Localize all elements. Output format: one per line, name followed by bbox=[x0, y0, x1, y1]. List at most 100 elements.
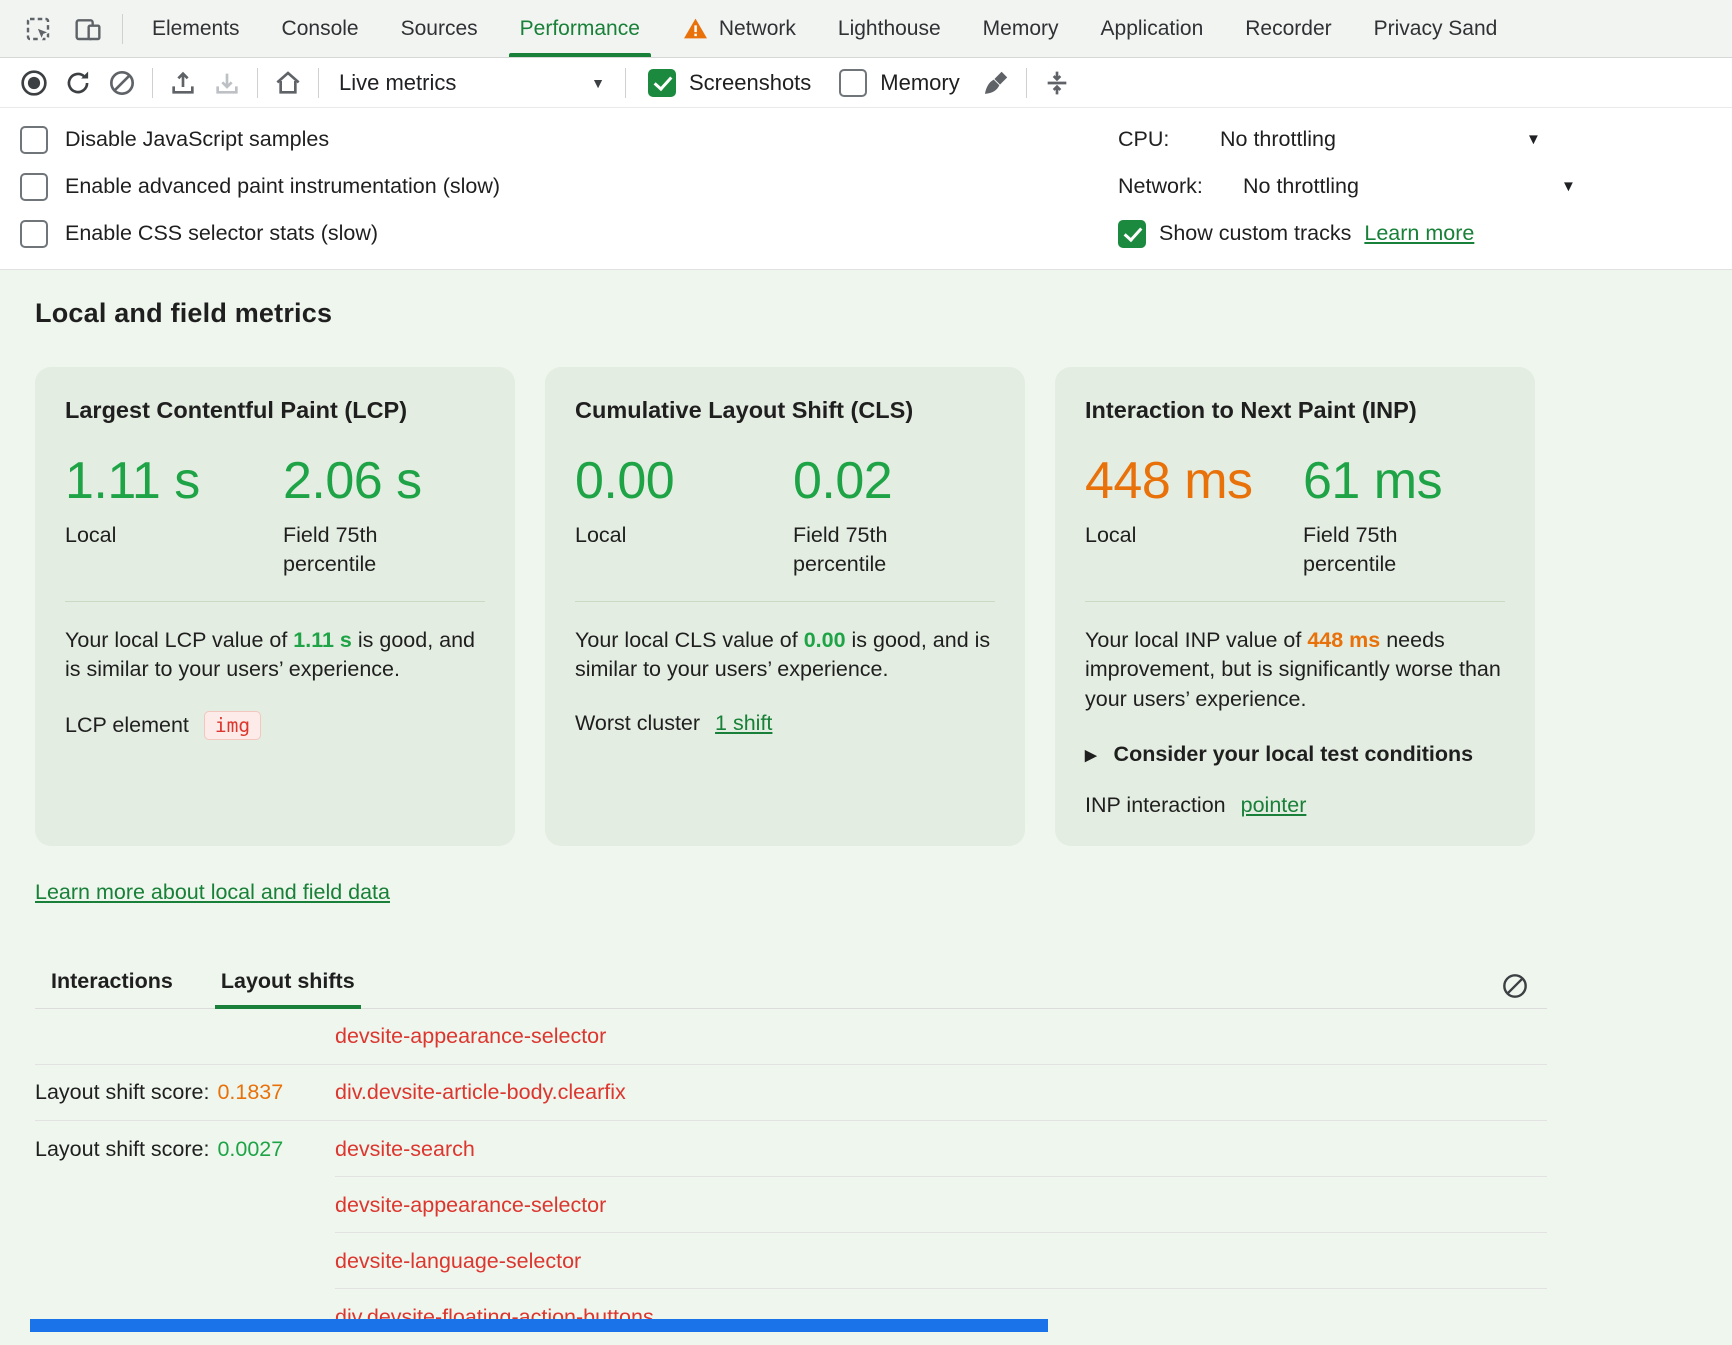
tab-performance[interactable]: Performance bbox=[499, 0, 661, 57]
shifted-node-link[interactable]: devsite-search bbox=[335, 1137, 475, 1162]
tab-lighthouse[interactable]: Lighthouse bbox=[817, 0, 962, 57]
metric-cards: Largest Contentful Paint (LCP) 1.11 s Lo… bbox=[35, 367, 1535, 846]
worst-cluster-link[interactable]: 1 shift bbox=[715, 711, 772, 736]
capture-settings: Disable JavaScript samples Enable advanc… bbox=[0, 108, 1732, 270]
metrics-log: Interactions Layout shifts devsite-appea… bbox=[35, 955, 1547, 1345]
cls-values: 0.00 Local 0.02 Field 75th percentile bbox=[575, 454, 995, 579]
tab-recorder[interactable]: Recorder bbox=[1224, 0, 1352, 57]
save-profile-icon[interactable] bbox=[205, 61, 249, 105]
consider-test-conditions-toggle[interactable]: ▶ Consider your local test conditions bbox=[1085, 742, 1505, 767]
cls-card-title: Cumulative Layout Shift (CLS) bbox=[575, 397, 995, 424]
network-throttling-select[interactable]: Network: No throttling ▼ bbox=[1118, 163, 1732, 210]
collapse-tracks-icon[interactable] bbox=[1035, 61, 1079, 105]
layout-shift-row: devsite-language-selector bbox=[35, 1233, 1547, 1289]
show-custom-tracks-checkbox[interactable] bbox=[1118, 220, 1146, 248]
lcp-card: Largest Contentful Paint (LCP) 1.11 s Lo… bbox=[35, 367, 515, 846]
inp-description: Your local INP value of 448 ms needs imp… bbox=[1085, 626, 1505, 715]
shifted-node-link[interactable]: devsite-appearance-selector bbox=[335, 1193, 606, 1218]
chevron-down-icon: ▼ bbox=[1561, 178, 1576, 195]
inp-values: 448 ms Local 61 ms Field 75th percentile bbox=[1085, 454, 1505, 579]
devtools-tabbar: Elements Console Sources Performance Net… bbox=[0, 0, 1732, 58]
lcp-field-label: Field 75th percentile bbox=[283, 521, 418, 579]
show-custom-tracks-setting[interactable]: Show custom tracks Learn more bbox=[1118, 210, 1732, 257]
learn-more-field-data-link[interactable]: Learn more about local and field data bbox=[35, 880, 390, 905]
inp-interaction-link[interactable]: pointer bbox=[1241, 793, 1307, 818]
devtools-window: { "colors": { "accent_green": "#188038",… bbox=[0, 0, 1732, 1332]
inp-field-label: Field 75th percentile bbox=[1303, 521, 1438, 579]
toolbar-separator bbox=[318, 68, 319, 98]
layout-shift-score bbox=[35, 1193, 335, 1218]
tab-application[interactable]: Application bbox=[1080, 0, 1225, 57]
network-warning-icon bbox=[682, 15, 709, 42]
tab-network[interactable]: Network bbox=[661, 0, 817, 57]
cpu-throttling-select[interactable]: CPU: No throttling ▼ bbox=[1118, 116, 1732, 163]
inp-local-block: 448 ms Local bbox=[1085, 454, 1303, 579]
inp-local-label: Local bbox=[1085, 521, 1220, 550]
load-profile-icon[interactable] bbox=[161, 61, 205, 105]
shifted-node-link[interactable]: div.devsite-article-body.clearfix bbox=[335, 1080, 626, 1105]
cls-worst-cluster-row: Worst cluster 1 shift bbox=[575, 711, 995, 736]
toolbar-separator bbox=[257, 68, 258, 98]
page-title: Local and field metrics bbox=[35, 298, 1732, 329]
advanced-paint-checkbox[interactable] bbox=[20, 173, 48, 201]
lcp-local-value: 1.11 s bbox=[65, 454, 283, 509]
lcp-element-node-link[interactable]: img bbox=[204, 711, 261, 740]
custom-tracks-learn-more-link[interactable]: Learn more bbox=[1364, 221, 1474, 246]
home-icon[interactable] bbox=[266, 61, 310, 105]
cls-local-label: Local bbox=[575, 521, 710, 550]
disable-js-samples-checkbox[interactable] bbox=[20, 126, 48, 154]
live-metrics-select[interactable]: Live metrics ▼ bbox=[327, 70, 617, 96]
layout-shift-row: Layout shift score: 0.0027 devsite-searc… bbox=[35, 1121, 1547, 1177]
clear-log-icon[interactable] bbox=[1493, 964, 1537, 1008]
log-tabbar: Interactions Layout shifts bbox=[35, 955, 1547, 1009]
inp-local-value: 448 ms bbox=[1085, 454, 1303, 509]
cls-local-block: 0.00 Local bbox=[575, 454, 793, 579]
css-selector-stats-checkbox[interactable] bbox=[20, 220, 48, 248]
tab-sources[interactable]: Sources bbox=[380, 0, 499, 57]
inp-interaction-row: INP interaction pointer bbox=[1085, 793, 1505, 818]
performance-toolbar: Live metrics ▼ Screenshots Memory bbox=[0, 58, 1732, 108]
chevron-down-icon: ▼ bbox=[591, 75, 605, 91]
clear-icon[interactable] bbox=[100, 61, 144, 105]
log-tab-interactions[interactable]: Interactions bbox=[51, 955, 173, 1008]
card-divider bbox=[575, 601, 995, 602]
lcp-card-title: Largest Contentful Paint (LCP) bbox=[65, 397, 485, 424]
cls-field-label: Field 75th percentile bbox=[793, 521, 928, 579]
memory-checkbox-box[interactable] bbox=[839, 69, 867, 97]
layout-shift-score: Layout shift score: 0.1837 bbox=[35, 1080, 335, 1105]
cls-field-block: 0.02 Field 75th percentile bbox=[793, 454, 928, 579]
tabbar-separator bbox=[122, 14, 123, 44]
toolbar-separator bbox=[625, 68, 626, 98]
cls-description: Your local CLS value of 0.00 is good, an… bbox=[575, 626, 995, 685]
inspect-element-icon[interactable] bbox=[16, 7, 60, 51]
record-icon[interactable] bbox=[12, 61, 56, 105]
inp-card: Interaction to Next Paint (INP) 448 ms L… bbox=[1055, 367, 1535, 846]
inp-field-block: 61 ms Field 75th percentile bbox=[1303, 454, 1442, 579]
screenshots-checkbox[interactable]: Screenshots bbox=[634, 69, 825, 97]
cls-card: Cumulative Layout Shift (CLS) 0.00 Local… bbox=[545, 367, 1025, 846]
cls-local-value: 0.00 bbox=[575, 454, 793, 509]
tab-console[interactable]: Console bbox=[261, 0, 380, 57]
device-toolbar-icon[interactable] bbox=[66, 7, 110, 51]
bottom-blue-bar bbox=[30, 1319, 1048, 1332]
shifted-node-link[interactable]: devsite-appearance-selector bbox=[335, 1024, 606, 1049]
lcp-description: Your local LCP value of 1.11 s is good, … bbox=[65, 626, 485, 685]
screenshots-checkbox-box[interactable] bbox=[648, 69, 676, 97]
tab-elements[interactable]: Elements bbox=[131, 0, 261, 57]
lcp-values: 1.11 s Local 2.06 s Field 75th percentil… bbox=[65, 454, 485, 579]
toolbar-separator bbox=[1026, 68, 1027, 98]
chevron-down-icon: ▼ bbox=[1526, 131, 1541, 148]
memory-checkbox[interactable]: Memory bbox=[825, 69, 973, 97]
layout-shift-score: Layout shift score: 0.0027 bbox=[35, 1137, 335, 1162]
log-tab-layout-shifts[interactable]: Layout shifts bbox=[221, 955, 355, 1008]
lcp-local-block: 1.11 s Local bbox=[65, 454, 283, 579]
reload-record-icon[interactable] bbox=[56, 61, 100, 105]
layout-shift-row: devsite-appearance-selector bbox=[35, 1009, 1547, 1065]
shifted-node-link[interactable]: devsite-language-selector bbox=[335, 1249, 581, 1274]
toolbar-separator bbox=[152, 68, 153, 98]
tabbar-left-icons bbox=[12, 0, 114, 57]
live-metrics-panel: Local and field metrics Largest Contentf… bbox=[0, 270, 1732, 1345]
garbage-collect-icon[interactable] bbox=[974, 61, 1018, 105]
tab-memory[interactable]: Memory bbox=[962, 0, 1080, 57]
tab-privacy-sandbox[interactable]: Privacy Sand bbox=[1353, 0, 1519, 57]
